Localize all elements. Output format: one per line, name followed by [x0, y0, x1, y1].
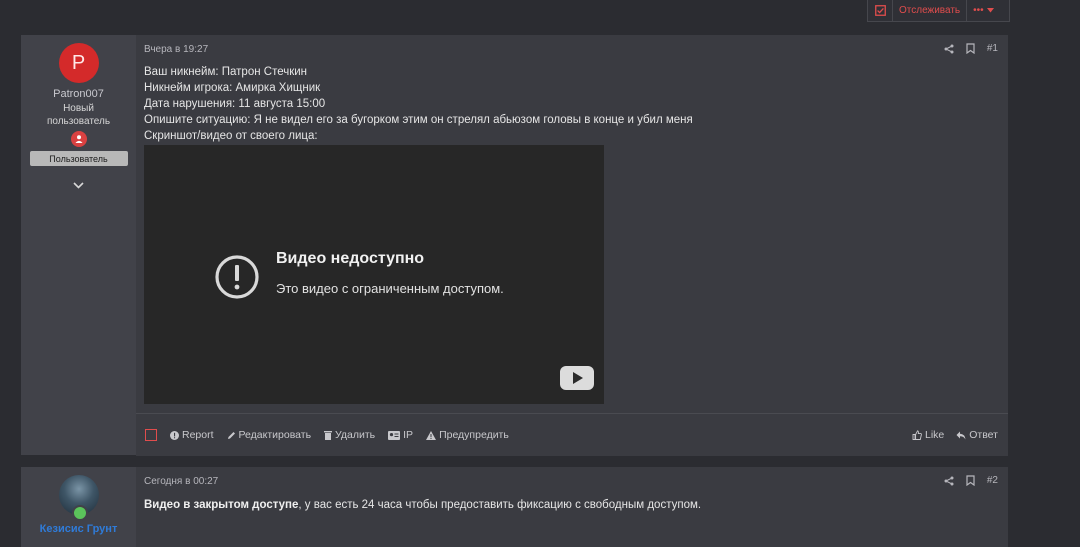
alert-circle-icon: [215, 255, 259, 299]
post-line-date: Дата нарушения: 11 августа 15:00: [144, 98, 326, 110]
watch-checkbox[interactable]: [868, 0, 893, 21]
post-author-panel: Кезисис Грунт: [21, 467, 136, 547]
youtube-play-icon[interactable]: [560, 366, 594, 390]
watch-thread-label: Отслеживать: [899, 5, 961, 16]
post-author-panel: P Patron007 Новый пользователь Пользоват…: [21, 35, 136, 455]
reply-button[interactable]: Ответ: [956, 429, 998, 441]
id-card-icon: [388, 430, 401, 440]
thread-actions: Отслеживать •••: [867, 0, 1010, 22]
reply-arrow-icon: [956, 431, 966, 439]
expand-author-chevron-icon[interactable]: [73, 176, 84, 194]
avatar-letter: P: [71, 51, 86, 74]
post-line-description: Опишите ситуацию: Я не видел его за буго…: [144, 114, 693, 126]
like-label: Like: [924, 429, 945, 441]
post-footer: Report Редактировать Удалить IP Предупре…: [136, 413, 1008, 456]
trash-icon: [324, 431, 333, 440]
share-icon[interactable]: [944, 44, 954, 54]
warn-button[interactable]: Предупредить: [426, 429, 509, 441]
user-role-banner: Пользователь: [29, 151, 128, 166]
ip-label: IP: [403, 429, 414, 441]
delete-button[interactable]: Удалить: [324, 429, 375, 441]
user-badge-icon: [70, 131, 87, 147]
post-body-bold: Видео в закрытом доступе: [144, 499, 299, 511]
online-status-icon: [71, 505, 88, 521]
post-content: Сегодня в 00:27 #2 Видео в закрытом дост…: [136, 467, 1008, 547]
delete-label: Удалить: [335, 429, 376, 441]
warn-label: Предупредить: [439, 429, 509, 441]
warning-icon: [426, 430, 437, 440]
thumbs-up-icon: [912, 430, 922, 440]
embedded-video[interactable]: Видео недоступно Это видео с ограниченны…: [144, 145, 604, 404]
post-tools: #2: [944, 475, 998, 486]
select-post-checkbox[interactable]: [145, 429, 157, 441]
share-icon[interactable]: [944, 476, 954, 486]
ip-button[interactable]: IP: [388, 429, 413, 441]
author-username[interactable]: Кезисис Грунт: [40, 523, 118, 535]
post-body: Ваш никнейм: Патрон Стечкин Никнейм игро…: [144, 64, 693, 144]
report-icon: [170, 430, 179, 440]
post-body-text: , у вас есть 24 часа чтобы предоставить …: [298, 499, 702, 511]
post-body: Видео в закрытом доступе, у вас есть 24 …: [144, 499, 701, 511]
bookmark-icon[interactable]: [966, 475, 975, 486]
post-content: Вчера в 19:27 #1 Ваш никнейм: Патрон Сте…: [136, 35, 1008, 456]
post-timestamp[interactable]: Сегодня в 00:27: [144, 476, 218, 487]
author-user-title: Новый пользователь: [46, 103, 111, 127]
video-unavailable-subtitle: Это видео с ограниченным доступом.: [276, 281, 504, 296]
pencil-icon: [227, 431, 235, 439]
more-dots-icon: •••: [973, 5, 984, 16]
edit-label: Редактировать: [238, 429, 312, 441]
avatar[interactable]: P: [58, 43, 99, 83]
post-line-nickname: Ваш никнейм: Патрон Стечкин: [144, 66, 308, 78]
checkbox-icon: [874, 5, 886, 16]
post-timestamp[interactable]: Вчера в 19:27: [144, 44, 208, 55]
watch-thread-button[interactable]: Отслеживать: [893, 0, 968, 21]
post-2: Кезисис Грунт Сегодня в 00:27 #2 Видео в…: [21, 467, 1008, 547]
post-1: P Patron007 Новый пользователь Пользоват…: [21, 35, 1008, 456]
reply-label: Ответ: [969, 429, 998, 441]
post-tools: #1: [944, 43, 998, 54]
caret-down-icon: [986, 8, 994, 13]
more-actions-button[interactable]: •••: [967, 5, 1000, 16]
post-number[interactable]: #2: [987, 475, 998, 486]
post-line-evidence: Скриншот/видео от своего лица:: [144, 130, 318, 142]
post-line-player: Никнейм игрока: Амирка Хищник: [144, 82, 321, 94]
author-username[interactable]: Patron007: [53, 88, 104, 100]
edit-button[interactable]: Редактировать: [227, 429, 312, 441]
report-label: Report: [182, 429, 214, 441]
like-button[interactable]: Like: [912, 429, 944, 441]
bookmark-icon[interactable]: [966, 43, 975, 54]
video-unavailable-title: Видео недоступно: [276, 250, 425, 267]
avatar[interactable]: [58, 475, 99, 521]
post-number[interactable]: #1: [987, 43, 998, 54]
report-button[interactable]: Report: [170, 429, 214, 441]
